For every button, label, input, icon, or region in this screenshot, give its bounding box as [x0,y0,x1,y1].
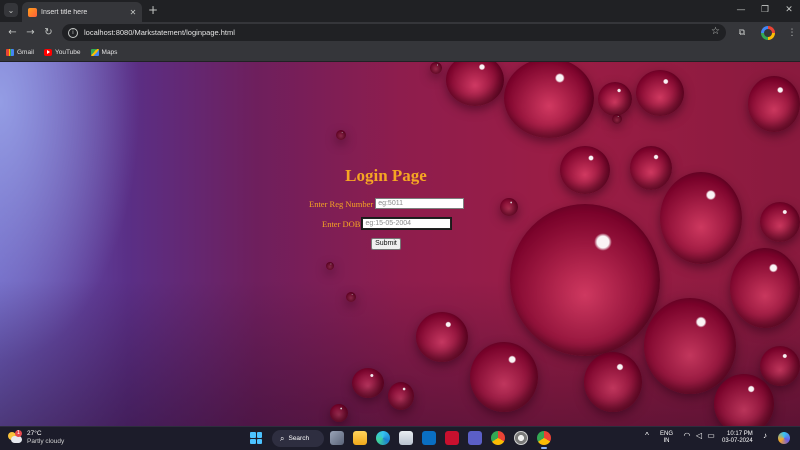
gmail-icon [6,48,14,56]
bookmarks-bar: Gmail YouTube Maps [0,43,800,62]
page-title: Login Page [345,166,427,185]
bookmark-label: Gmail [17,48,34,56]
file-explorer-icon[interactable] [353,431,367,445]
bookmark-star-icon[interactable]: ☆ [711,26,720,37]
reg-number-input[interactable] [375,198,465,209]
dell-app-icon[interactable] [422,431,436,445]
settings-gear-icon[interactable] [514,431,528,445]
chrome-icon[interactable] [491,431,505,445]
close-tab-icon[interactable]: ✕ [128,8,138,17]
url-host: localhost [84,28,114,37]
language-indicator[interactable]: ENG IN [660,431,673,445]
tab-strip: ⌄ Insert title here ✕ + — ❐ ✕ [0,0,800,22]
dob-row: Enter DOB [322,217,453,230]
weather-condition: Partly cloudy [27,438,65,445]
dob-label: Enter DOB [322,218,361,229]
partly-cloudy-icon: 1 [8,430,22,444]
edge-browser-icon[interactable] [376,431,390,445]
reg-number-label: Enter Reg Number [309,198,374,209]
tab-search-icon[interactable]: ⌄ [4,3,18,17]
notification-bell-icon[interactable]: ♪ [760,431,770,440]
weather-temperature: 27°C [27,430,42,437]
bookmark-label: YouTube [54,48,81,56]
back-icon[interactable]: ← [6,26,19,39]
mcafee-icon[interactable] [445,431,459,445]
taskbar-search[interactable]: ⌕ Search [272,430,324,447]
menu-kebab-icon[interactable]: ⋮ [786,27,798,39]
restore-icon[interactable]: ❐ [752,2,778,18]
dob-input[interactable] [361,217,453,230]
page-viewport: Login Page Enter Reg Number Enter DOB Su… [0,62,800,426]
forward-icon[interactable]: → [24,26,37,39]
bookmark-youtube[interactable]: YouTube [43,48,81,56]
speaker-muted-icon[interactable]: ◁ [694,431,704,440]
clock-date: 03-07-2024 [722,438,753,444]
bookmark-maps[interactable]: Maps [90,48,118,56]
close-window-icon[interactable]: ✕ [776,2,800,18]
reg-number-row: Enter Reg Number [309,198,465,209]
submit-button[interactable]: Submit [371,238,401,250]
windows-start-icon[interactable] [250,432,262,444]
maps-icon [90,48,99,56]
address-bar[interactable]: i localhost:8080/Markstatement/loginpage… [62,24,726,41]
bookmark-label: Maps [101,48,118,56]
language-code: ENG [660,431,674,437]
wifi-icon[interactable]: ◠ [682,431,692,440]
region-code: IN [663,438,670,444]
page-favicon-icon [28,7,37,17]
battery-icon[interactable]: ▭ [706,431,716,440]
chrome-active-icon[interactable] [537,431,551,449]
new-tab-icon[interactable]: + [146,3,160,17]
profile-avatar-icon[interactable] [761,26,775,40]
taskbar: 1 27°C Partly cloudy ⌕ Search ^ ENG IN ◠… [0,426,800,450]
minimize-icon[interactable]: — [728,2,754,18]
tab-title: Insert title here [41,8,88,16]
search-icon: ⌕ [280,433,285,443]
url-text[interactable]: localhost:8080/Markstatement/loginpage.h… [84,28,235,37]
bookmark-gmail[interactable]: Gmail [6,48,34,56]
url-path: :8080/Markstatement/loginpage.html [113,28,235,37]
weather-widget[interactable]: 1 27°C Partly cloudy [8,430,64,446]
search-label: Search [288,435,310,442]
clock-time: 10:17 PM [727,431,753,437]
chevron-up-icon[interactable]: ^ [642,431,652,440]
system-clock[interactable]: 10:17 PM 03-07-2024 [722,431,753,445]
youtube-icon [43,48,52,56]
microsoft-store-icon[interactable] [399,431,413,445]
reload-icon[interactable]: ↻ [42,26,55,39]
site-info-icon[interactable]: i [68,27,78,38]
weather-alert-badge: 1 [15,430,22,437]
browser-tab[interactable]: Insert title here ✕ [22,2,142,22]
task-view-icon[interactable] [330,431,344,445]
browser-toolbar: ← → ↻ i localhost:8080/Markstatement/log… [0,22,800,43]
copilot-icon[interactable] [778,432,790,444]
extensions-icon[interactable]: ⧉ [736,27,748,39]
login-form: Login Page Enter Reg Number Enter DOB Su… [0,62,800,426]
teams-icon[interactable] [468,431,482,445]
